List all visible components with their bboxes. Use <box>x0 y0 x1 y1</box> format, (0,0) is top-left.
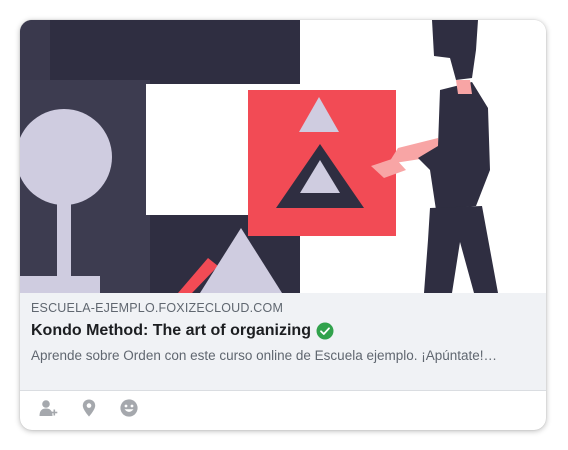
link-domain[interactable]: ESCUELA-EJEMPLO.FOXIZECLOUD.COM <box>31 301 283 315</box>
feeling-activity-button[interactable] <box>118 397 140 419</box>
tag-person-button[interactable] <box>37 397 59 419</box>
tag-person-icon <box>39 400 58 416</box>
check-in-button[interactable] <box>78 397 100 419</box>
verified-check-icon <box>316 322 334 340</box>
preview-image[interactable] <box>20 20 546 293</box>
link-description: Aprende sobre Orden con este curso onlin… <box>31 348 498 363</box>
post-actions-bar <box>20 391 546 430</box>
link-title[interactable]: Kondo Method: The art of organizing <box>31 322 311 340</box>
location-pin-icon <box>82 399 96 417</box>
emoji-icon <box>120 399 138 417</box>
link-title-row: Kondo Method: The art of organizing <box>31 322 334 340</box>
link-preview-info[interactable]: ESCUELA-EJEMPLO.FOXIZECLOUD.COM Kondo Me… <box>20 293 546 391</box>
link-preview-card[interactable]: ESCUELA-EJEMPLO.FOXIZECLOUD.COM Kondo Me… <box>20 20 546 430</box>
